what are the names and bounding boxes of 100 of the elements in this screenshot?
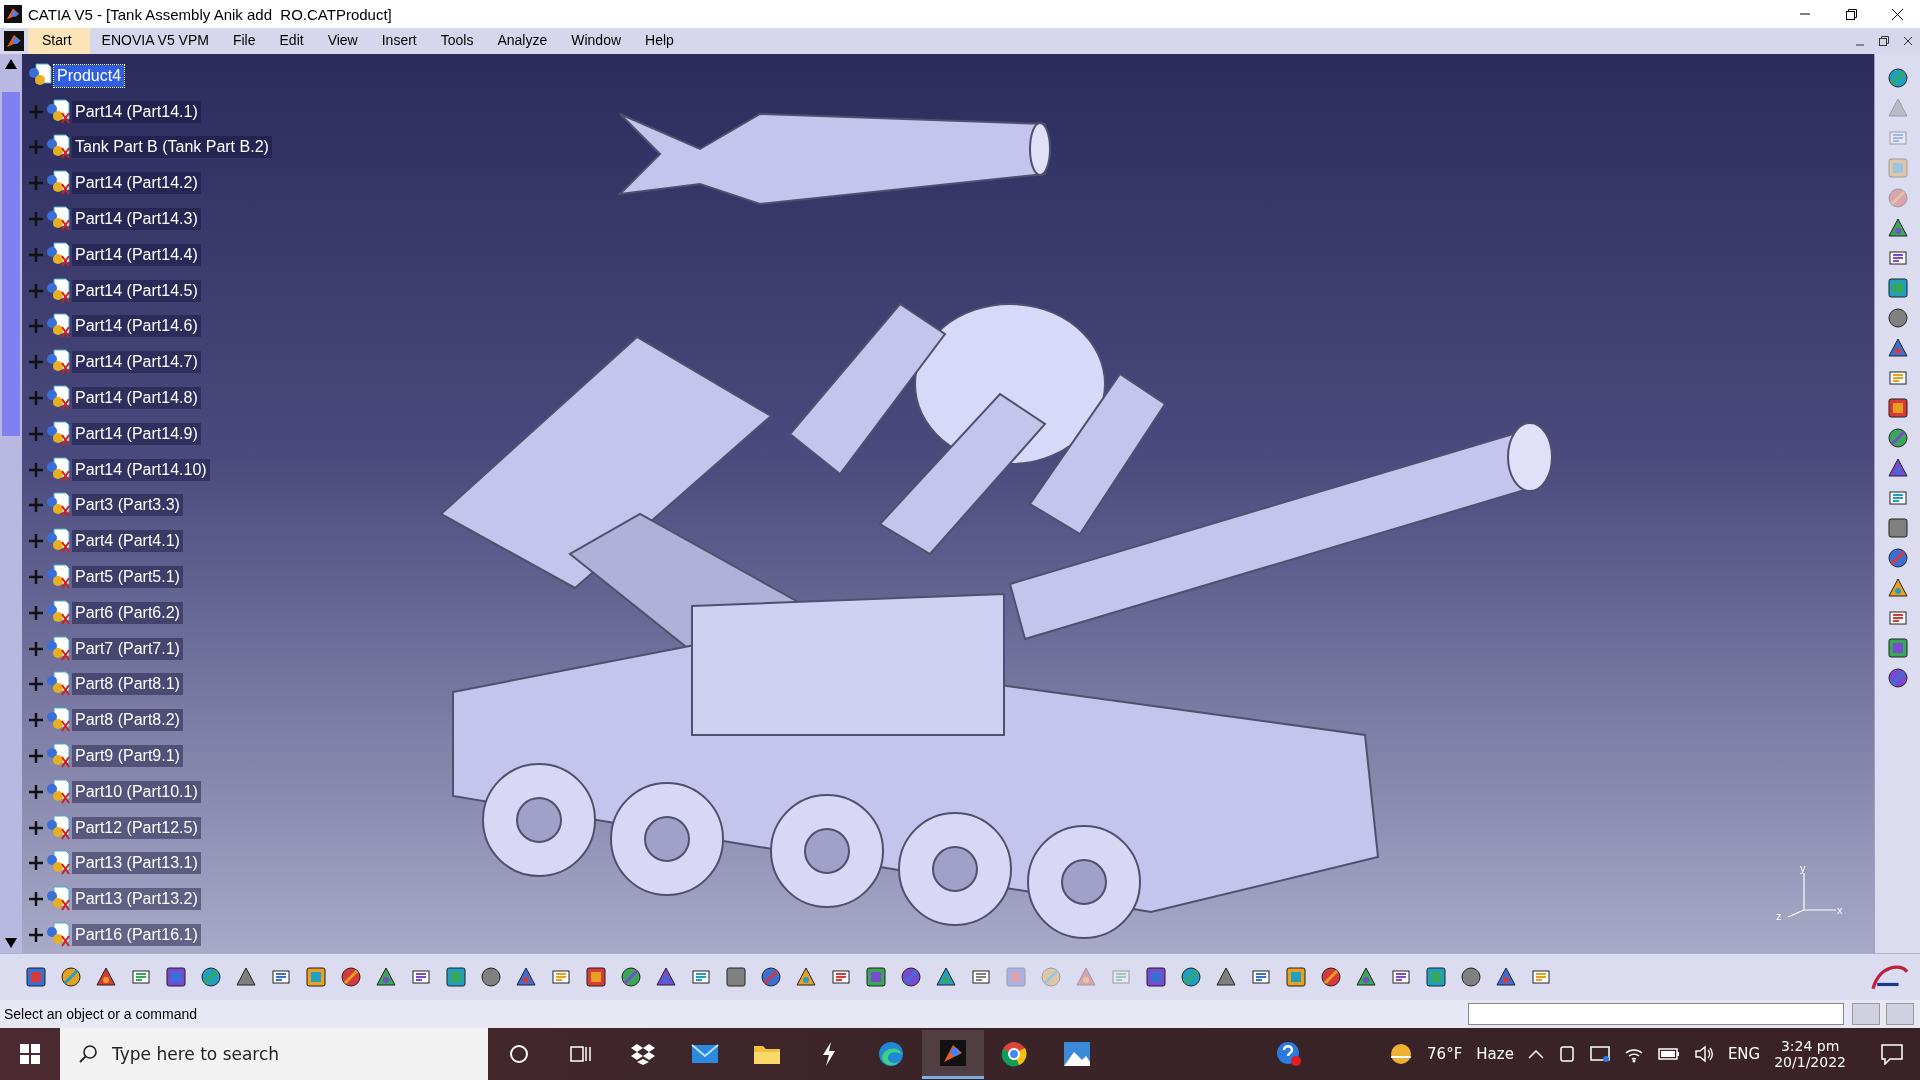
tree-item[interactable]: Part6 (Part6.2) [72, 601, 183, 624]
search-field[interactable]: Type here to search [60, 1028, 488, 1080]
menu-item[interactable]: Tools [428, 28, 486, 54]
menu-item[interactable]: ENOVIA V5 VPM [89, 28, 221, 54]
tree-item[interactable]: Tank Part B (Tank Part B.2) [72, 136, 272, 159]
tool-icon[interactable] [1885, 336, 1910, 360]
tool-icon[interactable] [374, 965, 398, 989]
task-view-icon[interactable] [570, 1044, 592, 1064]
menu-item[interactable]: Window [559, 28, 634, 54]
tool-icon[interactable] [234, 965, 258, 989]
battery-icon[interactable] [1657, 1047, 1680, 1061]
tool-icon[interactable] [1179, 965, 1203, 989]
menu-item[interactable]: Help [633, 28, 686, 54]
expand-icon[interactable] [28, 783, 44, 800]
expand-icon[interactable] [28, 748, 44, 765]
tree-item[interactable]: Part14 (Part14.5) [72, 279, 201, 302]
close-icon[interactable] [1902, 35, 1914, 47]
tree-item[interactable]: Part14 (Part14.2) [72, 172, 201, 195]
tool-icon[interactable] [1885, 636, 1910, 660]
expand-icon[interactable] [28, 819, 44, 836]
notification-icon[interactable] [1880, 1043, 1904, 1065]
windows-logo-icon[interactable] [20, 1044, 40, 1064]
tool-icon[interactable] [339, 965, 363, 989]
tree-item[interactable]: Part14 (Part14.9) [72, 422, 201, 445]
globe-icon[interactable] [1001, 1041, 1029, 1067]
expand-icon[interactable] [28, 712, 44, 729]
tree-item[interactable]: Part8 (Part8.1) [72, 673, 183, 696]
tree-item[interactable]: Part10 (Part10.1) [72, 780, 201, 803]
mail-icon[interactable] [691, 1043, 719, 1065]
browser-icon[interactable] [878, 1041, 904, 1067]
menu-item[interactable]: Analyze [485, 28, 560, 54]
circle-icon[interactable] [509, 1044, 529, 1064]
tree-item[interactable]: Part8 (Part8.2) [72, 709, 183, 732]
tool-icon[interactable] [1885, 306, 1910, 330]
tree-item[interactable]: Part14 (Part14.10) [72, 458, 210, 481]
tool-icon[interactable] [94, 965, 118, 989]
tool-icon[interactable] [1885, 396, 1910, 420]
tool-icon[interactable] [619, 965, 643, 989]
tool-icon[interactable] [1284, 965, 1308, 989]
chevron-up-icon[interactable] [1527, 1049, 1544, 1059]
tree-item[interactable]: Part14 (Part14.6) [72, 315, 201, 338]
tree-item[interactable]: Part12 (Part12.5) [72, 816, 201, 839]
tool-icon[interactable] [1459, 965, 1483, 989]
tool-icon[interactable] [1354, 965, 1378, 989]
tool-icon[interactable] [59, 965, 83, 989]
box-icon[interactable] [630, 1043, 656, 1065]
scrollbar-thumb[interactable] [2, 92, 20, 436]
clock[interactable]: 3:24 pm 20/1/2022 [1774, 1038, 1846, 1070]
language-indicator[interactable]: ENG [1727, 1045, 1761, 1063]
tree-item[interactable]: Part7 (Part7.1) [72, 637, 183, 660]
photo-icon[interactable] [1064, 1042, 1090, 1066]
folder-icon[interactable] [753, 1043, 781, 1065]
tool-icon[interactable] [1885, 516, 1910, 540]
sun-icon[interactable] [1389, 1042, 1414, 1066]
tree-item[interactable]: Part9 (Part9.1) [72, 745, 183, 768]
tool-icon[interactable] [1885, 666, 1910, 690]
tree-item[interactable]: Part14 (Part14.7) [72, 351, 201, 374]
tree-item[interactable]: Part14 (Part14.1) [72, 100, 201, 123]
tool-icon[interactable] [514, 965, 538, 989]
tool-icon[interactable] [304, 965, 328, 989]
tree-item[interactable]: Part14 (Part14.8) [72, 387, 201, 410]
expand-icon[interactable] [28, 604, 44, 621]
menu-item[interactable]: File [220, 28, 268, 54]
expand-icon[interactable] [28, 927, 44, 943]
weather-temperature[interactable]: 76°F [1427, 1045, 1463, 1063]
tool-icon[interactable] [1424, 965, 1448, 989]
tree-item[interactable]: Part13 (Part13.1) [72, 852, 201, 875]
device-icon[interactable] [1557, 1045, 1576, 1063]
tool-icon[interactable] [864, 965, 888, 989]
tool-icon[interactable] [899, 965, 923, 989]
command-field[interactable] [1468, 1003, 1844, 1025]
tree-item[interactable]: Part3 (Part3.3) [72, 494, 183, 517]
tree-item[interactable]: Part14 (Part14.4) [72, 243, 201, 266]
tool-icon[interactable] [1885, 426, 1910, 450]
tool-icon[interactable] [1494, 965, 1518, 989]
tool-icon[interactable] [444, 965, 468, 989]
expand-icon[interactable] [28, 891, 44, 908]
menu-item[interactable]: View [315, 28, 370, 54]
expand-icon[interactable] [28, 855, 44, 872]
tool-icon[interactable] [1214, 965, 1238, 989]
tree-item[interactable]: Part4 (Part4.1) [72, 530, 183, 553]
volume-icon[interactable] [1693, 1045, 1714, 1063]
weather-condition[interactable]: Haze [1476, 1045, 1514, 1063]
tool-icon[interactable] [1144, 965, 1168, 989]
tool-icon[interactable] [1885, 576, 1910, 600]
help-icon[interactable] [1276, 1041, 1302, 1067]
tree-item[interactable]: Part13 (Part13.2) [72, 888, 201, 911]
tool-icon[interactable] [654, 965, 678, 989]
tool-icon[interactable] [164, 965, 188, 989]
menu-item[interactable]: Edit [267, 28, 316, 54]
tree-item[interactable]: Part14 (Part14.3) [72, 208, 201, 231]
menu-item[interactable]: Insert [369, 28, 429, 54]
tool-icon[interactable] [1885, 216, 1910, 240]
tool-icon[interactable] [759, 965, 783, 989]
tool-icon[interactable] [584, 965, 608, 989]
expand-icon[interactable] [28, 569, 44, 586]
tool-icon[interactable] [479, 965, 503, 989]
tool-icon[interactable] [24, 965, 48, 989]
tool-icon[interactable] [1885, 276, 1910, 300]
menu-item[interactable]: Start [28, 28, 90, 54]
